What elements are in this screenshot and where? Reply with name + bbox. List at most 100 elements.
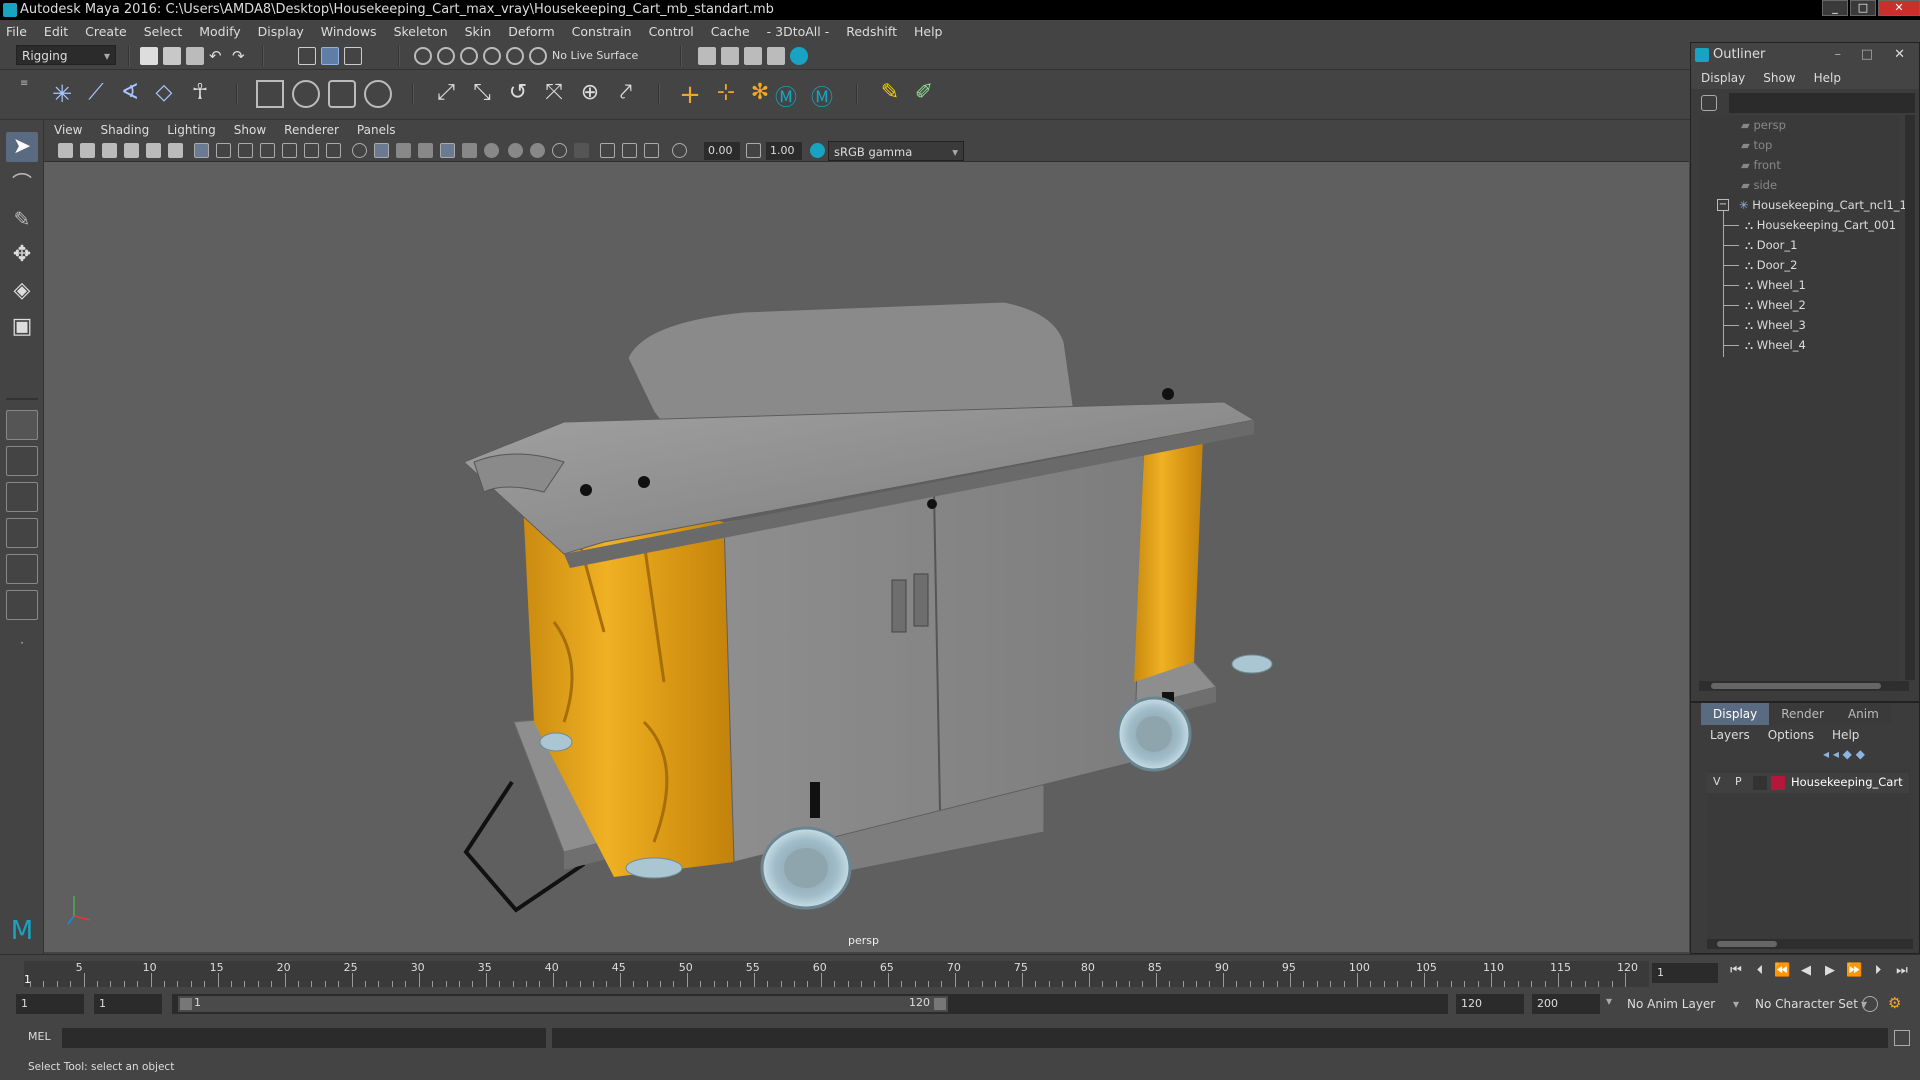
range-start-handle[interactable] <box>180 998 192 1010</box>
current-frame-marker[interactable]: 1 <box>24 973 31 986</box>
outliner-item-child[interactable]: ⛬ Wheel_3 <box>1745 315 1806 335</box>
command-input[interactable] <box>62 1028 546 1048</box>
vp-menu-lighting[interactable]: Lighting <box>167 123 216 137</box>
safe-title-icon[interactable] <box>326 143 341 158</box>
go-to-end-icon[interactable]: ⏭ <box>1894 963 1910 979</box>
anim-layer-dropdown[interactable]: No Anim Layer <box>1622 994 1744 1014</box>
camera-select-icon[interactable] <box>58 143 73 158</box>
menu-help[interactable]: Help <box>914 24 943 39</box>
outliner-vertical-scrollbar[interactable] <box>1905 115 1915 680</box>
sculpt-deformer-icon[interactable] <box>292 80 320 108</box>
layer-menu-layers[interactable]: Layers <box>1710 728 1750 742</box>
film-gate-icon[interactable] <box>216 143 231 158</box>
render-frame-icon[interactable] <box>721 47 739 65</box>
refresh-icon[interactable] <box>1701 95 1717 111</box>
gamma-field[interactable]: 1.00 <box>766 142 802 160</box>
locator-icon[interactable]: + <box>676 80 704 110</box>
layer-menu-options[interactable]: Options <box>1768 728 1814 742</box>
layer-name[interactable]: Housekeeping_Cart <box>1791 775 1903 789</box>
time-ruler[interactable]: 5 10 15 20 25 30 35 40 45 50 55 60 65 70 75 80 85 90 95 100… <box>24 961 1649 987</box>
joint-tool-icon[interactable]: ✳ <box>48 80 76 108</box>
scrollbar-thumb[interactable] <box>1711 683 1881 689</box>
depth-of-field-icon[interactable] <box>552 143 567 158</box>
menu-select[interactable]: Select <box>144 24 183 39</box>
outliner-item-child[interactable]: ⛬ Door_1 <box>1745 235 1797 255</box>
outliner-item-child[interactable]: ⛬ Wheel_4 <box>1745 335 1806 355</box>
menu-create[interactable]: Create <box>85 24 127 39</box>
multisample-aa-icon[interactable] <box>530 143 545 158</box>
menu-set-dropdown[interactable]: Rigging <box>16 45 116 66</box>
layer-visibility-toggle[interactable]: V <box>1713 775 1721 788</box>
housekeeping-cart-model[interactable] <box>463 301 1273 913</box>
layer-playback-toggle[interactable]: P <box>1735 775 1742 788</box>
new-scene-icon[interactable] <box>140 47 158 65</box>
render-settings-icon[interactable] <box>767 47 785 65</box>
step-forward-icon[interactable]: ⏵ <box>1870 963 1886 979</box>
vp-menu-shading[interactable]: Shading <box>100 123 149 137</box>
menu-control[interactable]: Control <box>649 24 694 39</box>
door-handle-left[interactable] <box>891 579 907 633</box>
outliner-item-top[interactable]: ▰ top <box>1741 135 1772 155</box>
constraint-orient-icon[interactable]: ↺ <box>504 80 532 108</box>
outliner-close-icon[interactable]: ✕ <box>1894 43 1905 67</box>
vp-menu-view[interactable]: View <box>54 123 82 137</box>
ik-handle-icon[interactable]: ⟋ <box>82 80 110 108</box>
layer-reference-toggle[interactable] <box>1753 776 1767 790</box>
outliner-item-child[interactable]: ⛬ Door_2 <box>1745 255 1797 275</box>
animation-end-field[interactable]: 200 <box>1532 994 1600 1014</box>
maya-m2-icon[interactable]: Ⓜ <box>808 80 836 111</box>
animation-prefs-icon[interactable]: ⚙ <box>1888 994 1908 1014</box>
start-time-field[interactable]: 1 <box>16 994 84 1014</box>
ik-spline-icon[interactable]: ∢ <box>116 80 144 108</box>
scrollbar-thumb[interactable] <box>1717 941 1777 947</box>
menu-skin[interactable]: Skin <box>465 24 492 39</box>
range-handle-bar[interactable]: 1 120 <box>178 996 948 1012</box>
four-pane-layout-icon[interactable] <box>6 446 38 476</box>
range-end-handle[interactable] <box>934 998 946 1010</box>
outliner-search-input[interactable] <box>1729 93 1915 113</box>
menu-redshift[interactable]: Redshift <box>846 24 897 39</box>
xray-icon[interactable] <box>600 143 615 158</box>
outliner-horizontal-scrollbar[interactable] <box>1699 681 1909 691</box>
door-lock[interactable] <box>927 499 937 509</box>
snap-vertex-icon[interactable] <box>529 47 547 65</box>
menu-deform[interactable]: Deform <box>508 24 554 39</box>
menu-edit[interactable]: Edit <box>44 24 68 39</box>
select-tool-icon[interactable]: ➤ <box>6 132 38 162</box>
outliner-item-persp[interactable]: ▰ persp <box>1741 115 1786 135</box>
rotate-tool-icon[interactable]: ◈ <box>6 276 38 306</box>
live-surface-field[interactable]: No Live Surface <box>552 47 644 65</box>
snap-curve-icon[interactable] <box>437 47 455 65</box>
shadows-icon[interactable] <box>462 143 477 158</box>
render-view-icon[interactable] <box>698 47 716 65</box>
graph-persp-layout-icon[interactable] <box>6 554 38 584</box>
outliner-item-child[interactable]: ⛬ Wheel_2 <box>1745 295 1806 315</box>
joint-orient-icon[interactable]: ✻ <box>746 80 774 108</box>
minimize-button[interactable]: _ <box>1822 0 1848 16</box>
select-object-icon[interactable] <box>321 47 339 65</box>
vp-menu-panels[interactable]: Panels <box>357 123 396 137</box>
menu-modify[interactable]: Modify <box>199 24 240 39</box>
image-plane-icon[interactable] <box>124 143 139 158</box>
more-layouts-icon[interactable]: · <box>6 628 38 658</box>
xray-joints-icon[interactable] <box>622 143 637 158</box>
constraint-aim-icon[interactable]: ⤡ <box>468 80 496 108</box>
vp-menu-renderer[interactable]: Renderer <box>284 123 339 137</box>
textured-icon[interactable] <box>418 143 433 158</box>
gate-mask-icon[interactable] <box>260 143 275 158</box>
view-transform-dropdown[interactable]: sRGB gamma <box>828 141 964 162</box>
constraint-parent-icon[interactable]: ⊕ <box>576 80 604 108</box>
menu-windows[interactable]: Windows <box>321 24 377 39</box>
lattice-icon[interactable] <box>256 80 284 108</box>
menu-skeleton[interactable]: Skeleton <box>394 24 448 39</box>
select-hierarchy-icon[interactable] <box>298 47 316 65</box>
current-frame-field[interactable]: 1 <box>1652 963 1718 983</box>
motion-blur-icon[interactable] <box>508 143 523 158</box>
outliner-item-child[interactable]: ⛬ Wheel_1 <box>1745 275 1806 295</box>
exposure-field[interactable]: 0.00 <box>704 142 740 160</box>
outliner-menu-show[interactable]: Show <box>1763 71 1795 85</box>
open-scene-icon[interactable] <box>163 47 181 65</box>
safe-action-icon[interactable] <box>304 143 319 158</box>
vp-menu-show[interactable]: Show <box>234 123 266 137</box>
gamma-icon[interactable] <box>746 143 761 158</box>
